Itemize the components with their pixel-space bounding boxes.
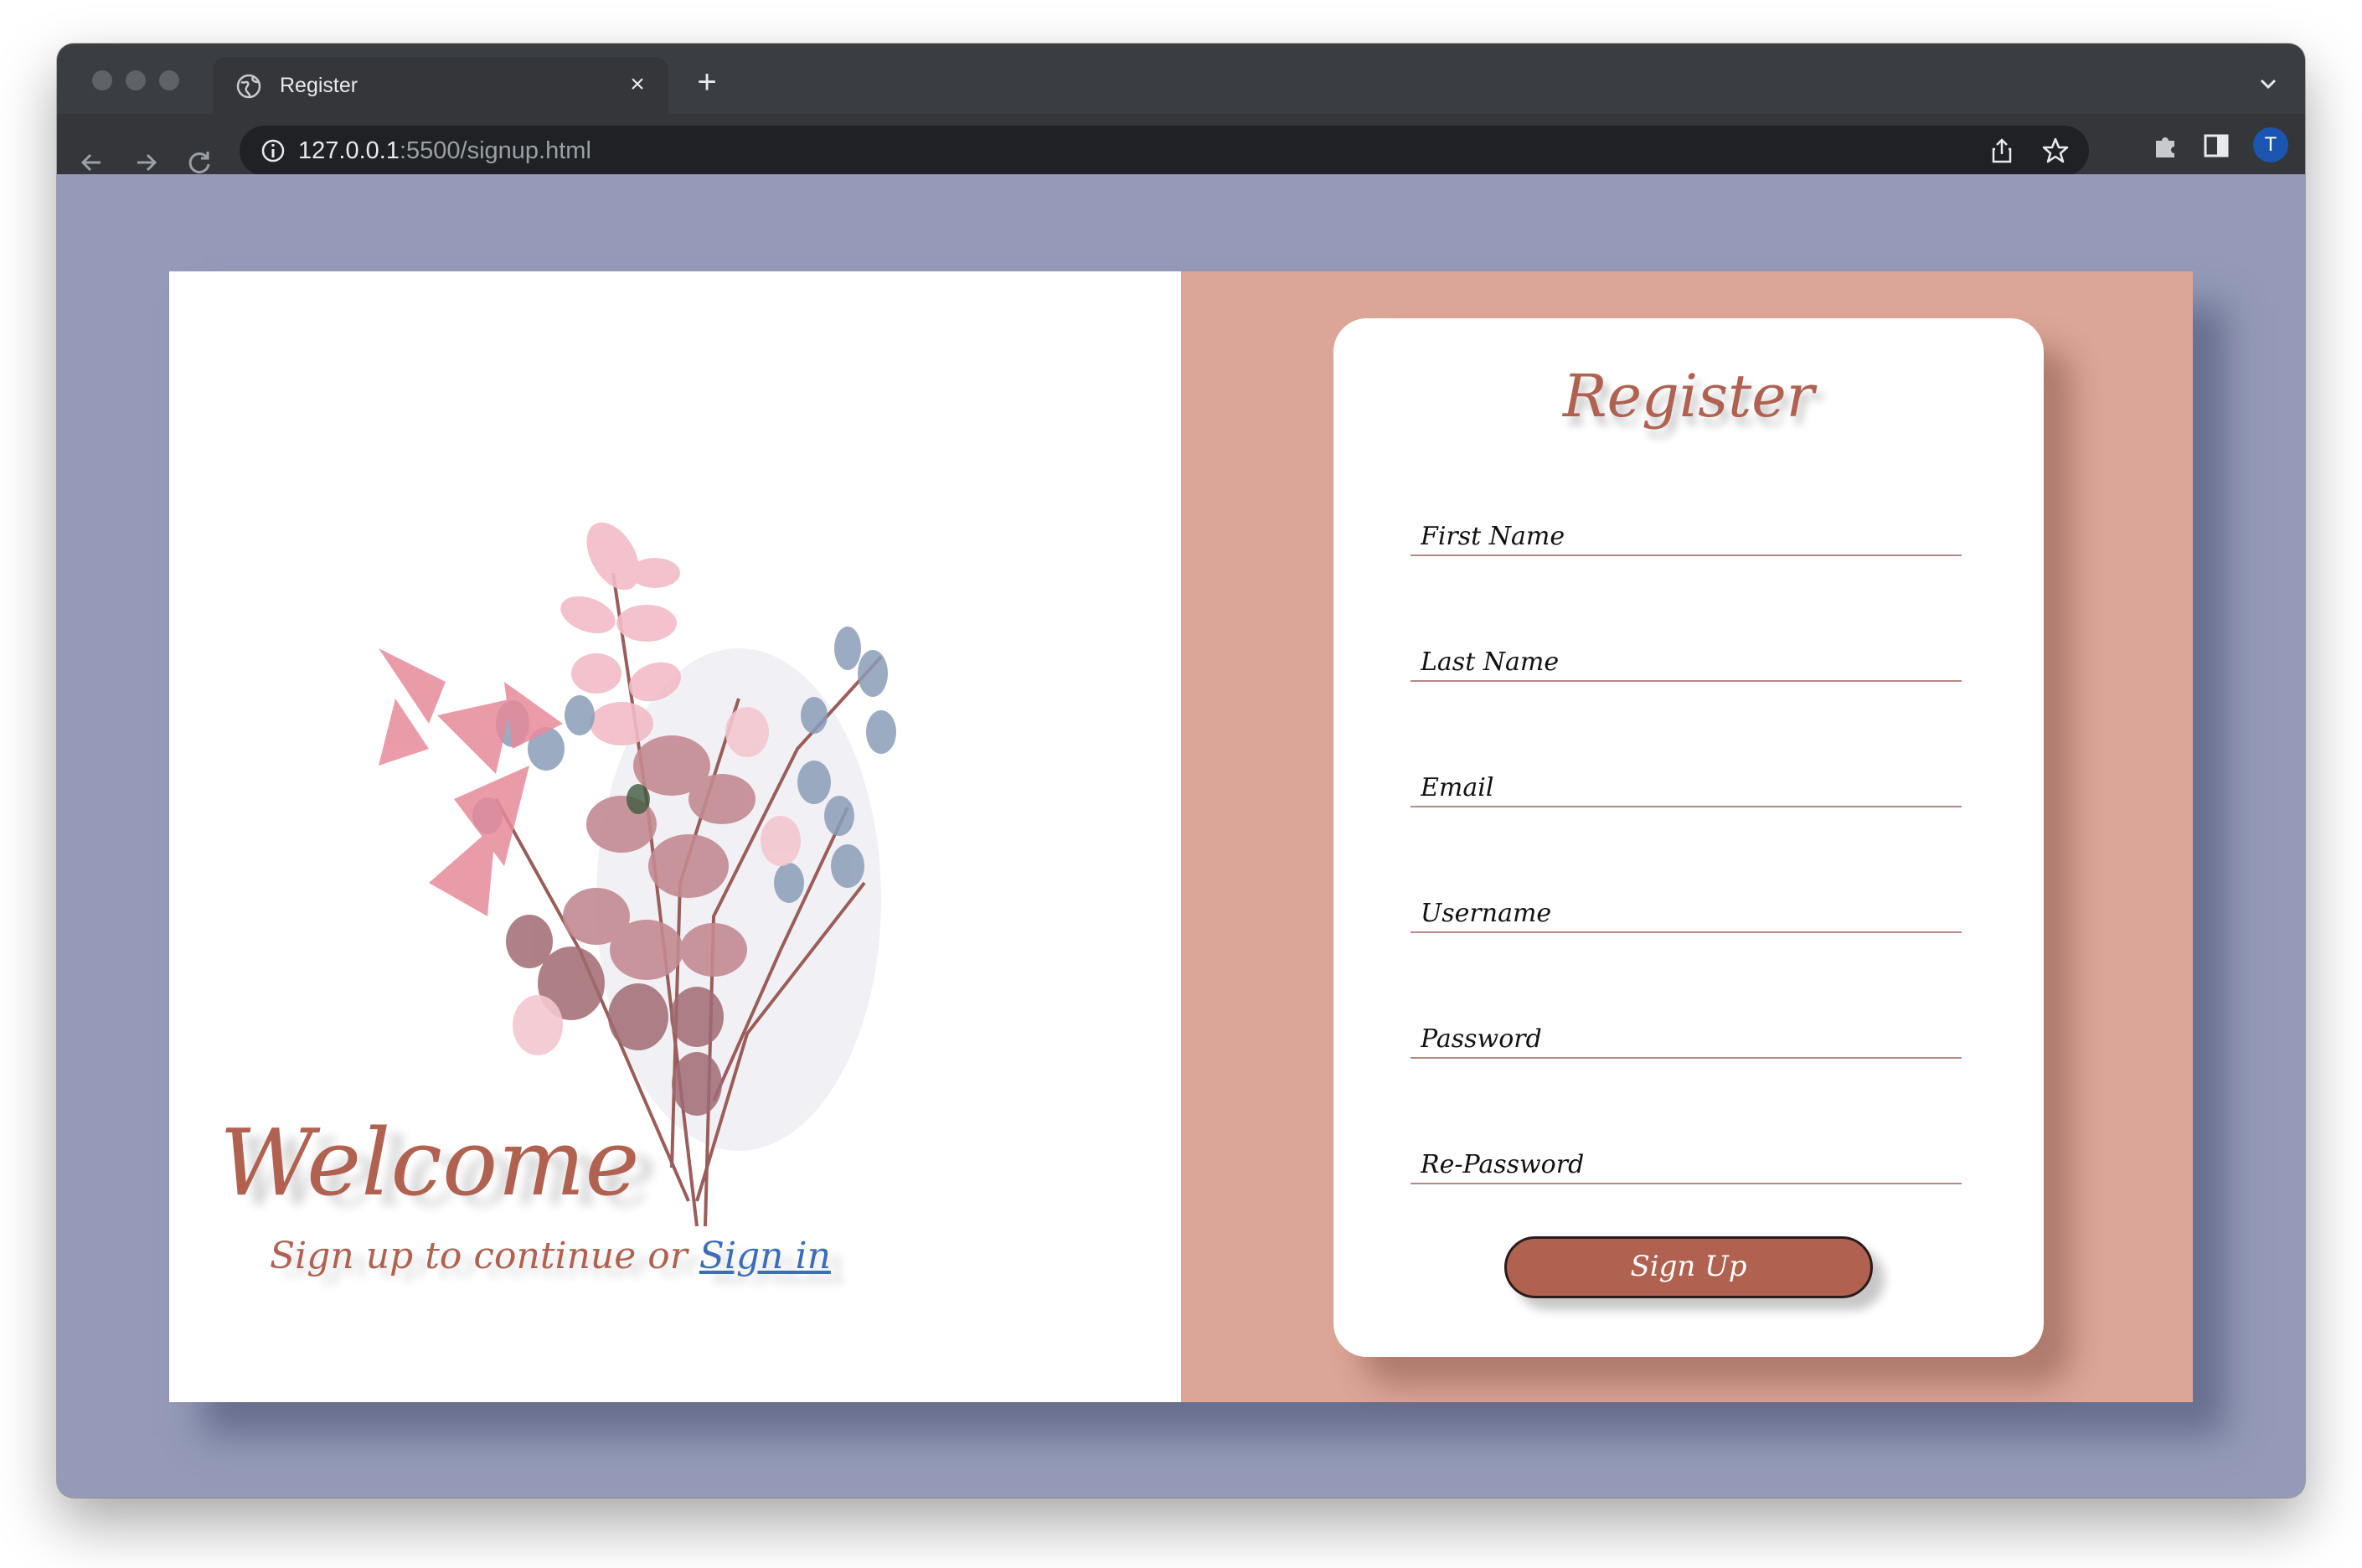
username-field [1410,873,1962,933]
signup-container: Welcome Sign up to continue or Sign in R… [169,271,2193,1402]
share-icon[interactable] [1987,136,2017,166]
first-name-field [1410,496,1962,556]
password-field [1410,998,1962,1059]
url-text[interactable]: 127.0.0.1:5500/signup.html [298,137,591,165]
close-tab-icon[interactable]: × [623,70,652,99]
new-tab-button[interactable]: + [690,65,724,101]
sign-up-button[interactable]: Sign Up [1504,1236,1873,1298]
last-name-input[interactable] [1410,622,1962,680]
email-input[interactable] [1410,747,1962,806]
page-viewport: Welcome Sign up to continue or Sign in R… [57,174,2305,1498]
site-info-icon[interactable] [260,137,286,164]
browser-window: Register × + 127.0.0.1:5500/signup.html … [57,44,2305,1498]
username-input[interactable] [1410,873,1962,931]
email-field [1410,747,1962,807]
sign-in-link[interactable]: Sign in [699,1235,831,1277]
maximize-window-icon[interactable] [159,70,179,90]
bookmark-star-icon[interactable] [2040,136,2071,166]
last-name-field [1410,622,1962,682]
register-title: Register [1562,362,1815,431]
tab-strip: Register × + [57,44,2305,114]
address-bar[interactable]: 127.0.0.1:5500/signup.html [240,126,2089,176]
minimize-window-icon[interactable] [126,70,146,90]
chevron-down-icon[interactable] [2256,72,2280,95]
password-input[interactable] [1410,998,1962,1057]
welcome-heading: Welcome [219,1109,640,1216]
side-panel-icon[interactable] [2201,131,2231,161]
tab-title: Register [280,74,358,97]
globe-icon [236,74,261,99]
extensions-puzzle-icon[interactable] [2149,129,2183,162]
welcome-panel: Welcome Sign up to continue or Sign in [169,271,1181,1402]
re-password-field [1410,1124,1962,1184]
url-host: 127.0.0.1 [298,137,400,164]
first-name-input[interactable] [1410,496,1962,554]
close-window-icon[interactable] [92,70,112,90]
tab-register[interactable]: Register × [213,57,668,114]
profile-avatar[interactable]: T [2253,127,2288,162]
subtitle-text: Sign up to continue or [270,1235,699,1277]
form-panel: Register First Name Last Name Email User… [1181,271,2193,1402]
register-card: Register First Name Last Name Email User… [1333,318,2044,1357]
signup-subtitle: Sign up to continue or Sign in [270,1235,831,1277]
url-path: :5500/signup.html [399,137,591,164]
re-password-input[interactable] [1410,1124,1962,1183]
